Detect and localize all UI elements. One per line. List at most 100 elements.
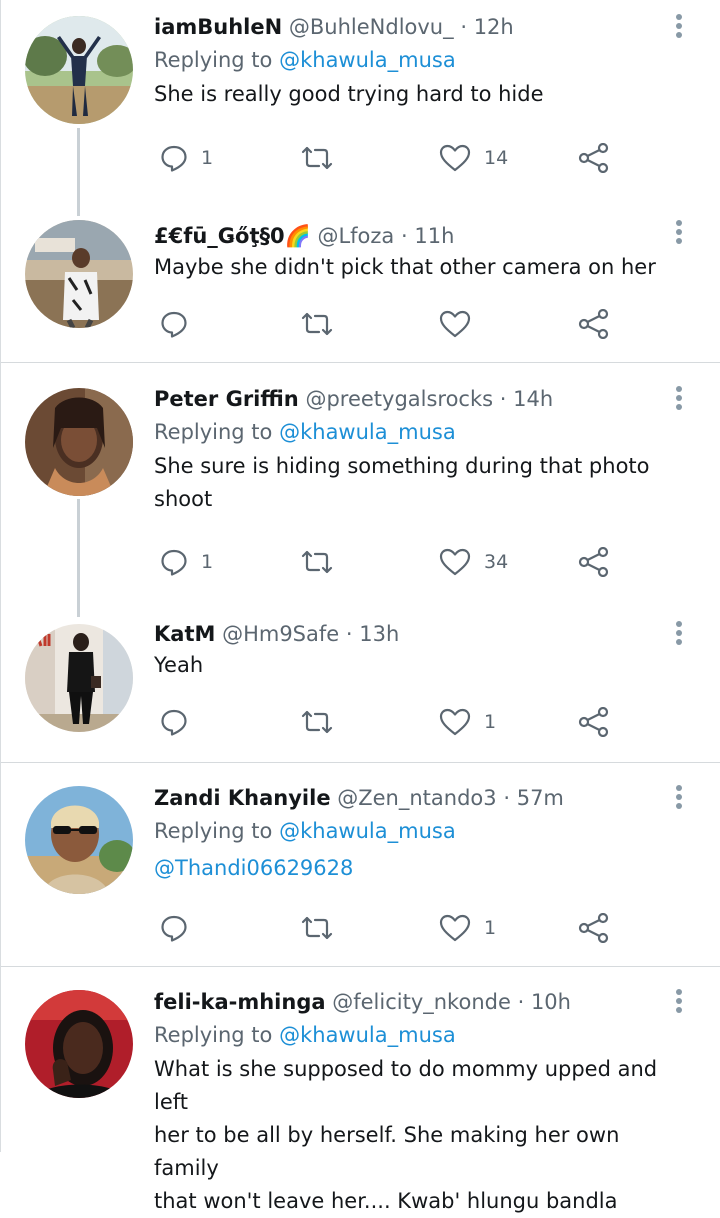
author-handle[interactable]: @preetygalsrocks [305,387,493,411]
share-button[interactable] [578,706,610,738]
replying-to-label: Replying to [154,819,273,843]
tweet-text-line: What is she supposed to do mommy upped a… [154,1057,658,1114]
tweet-text-line: Maybe she didn't pick that other camera … [154,255,656,279]
avatar[interactable] [25,786,133,894]
reply-button[interactable] [160,912,201,944]
replying-to-link[interactable]: @khawula_musa [279,1023,456,1047]
like-count: 1 [484,711,497,733]
reply-button[interactable]: 1 [160,142,213,174]
author-name[interactable]: Zandi Khanyile [154,786,331,810]
tweet-text-line: that won't leave her.... Kwab' hlungu ba… [154,1189,618,1213]
reply-button[interactable] [160,308,201,340]
avatar[interactable] [25,388,133,496]
tweet-body: feli-ka-mhinga @felicity_nkonde · 10h Re… [154,987,689,1218]
reply-icon [161,549,187,576]
tweet-actions: 1 [154,706,634,738]
author-name[interactable]: £€fū_Ǥőţ§0🌈 [154,224,311,248]
retweet-button[interactable] [300,706,347,738]
more-vertical-icon[interactable] [676,220,684,247]
retweet-icon [301,916,333,940]
tweet-text: She sure is hiding something during that… [154,450,689,516]
timestamp[interactable]: 57m [517,786,564,810]
reply-button[interactable]: 1 [160,546,213,578]
author-name[interactable]: KatM [154,622,215,646]
retweet-button[interactable] [300,142,347,174]
replying-to-label: Replying to [154,48,273,72]
replying-to-link[interactable]: @khawula_musa [279,819,456,843]
like-button[interactable] [439,308,484,340]
more-vertical-icon[interactable] [676,621,684,648]
tweet-mention-link[interactable]: @Thandi06629628 [154,852,689,885]
heart-icon [439,914,471,942]
replying-to-label: Replying to [154,420,273,444]
tweet-body: iamBuhleN @BuhleNdlovu_ · 12h Replying t… [154,12,689,111]
retweet-button[interactable] [300,308,347,340]
tweet-separator [1,966,720,967]
like-count: 34 [484,551,509,573]
author-handle[interactable]: @Lfoza [317,224,394,248]
timestamp[interactable]: 10h [531,990,571,1014]
timestamp[interactable]: 14h [513,387,553,411]
tweet-text-line: She is really good trying hard to hide [154,82,544,106]
more-vertical-icon[interactable] [676,14,684,41]
reply-feed: iamBuhleN @BuhleNdlovu_ · 12h Replying t… [0,0,720,1213]
replying-to-link[interactable]: @khawula_musa [279,420,456,444]
tweet-text: She is really good trying hard to hide [154,78,689,111]
reply-button[interactable] [160,706,201,738]
tweet-text-line: She sure is hiding something during that… [154,454,650,478]
retweet-button[interactable] [300,546,347,578]
reply-count: 1 [201,147,214,169]
tweet-text: @Thandi06629628 [154,852,689,885]
share-button[interactable] [578,912,610,944]
share-icon [578,707,609,737]
like-button[interactable]: 1 [439,706,496,738]
retweet-icon [301,710,333,734]
author-name[interactable]: iamBuhleN [154,15,282,39]
heart-icon [439,144,471,172]
tweet-actions: 1 34 [154,546,634,578]
more-vertical-icon[interactable] [676,785,684,812]
retweet-icon [301,550,333,574]
author-handle[interactable]: @Zen_ntando3 [337,786,496,810]
like-button[interactable]: 34 [439,546,508,578]
author-handle[interactable]: @BuhleNdlovu_ [289,15,454,39]
timestamp[interactable]: 11h [414,224,454,248]
author-handle[interactable]: @Hm9Safe [222,622,339,646]
more-vertical-icon[interactable] [676,386,684,413]
avatar[interactable] [25,624,133,732]
heart-icon [439,708,471,736]
timestamp[interactable]: 12h [474,15,514,39]
reply-icon [161,145,187,172]
share-button[interactable] [578,142,610,174]
author-handle[interactable]: @felicity_nkonde [332,990,511,1014]
thread-connector [77,128,80,216]
replying-to-link[interactable]: @khawula_musa [279,48,456,72]
tweet-text: What is she supposed to do mommy upped a… [154,1053,689,1218]
reply-icon [161,311,187,338]
share-icon [578,143,609,173]
author-name[interactable]: feli-ka-mhinga [154,990,326,1014]
timestamp[interactable]: 13h [359,622,399,646]
retweet-button[interactable] [300,912,347,944]
replying-to: Replying to @khawula_musa [154,1020,689,1050]
author-name[interactable]: Peter Griffin [154,387,299,411]
separator-dot: · [460,15,467,39]
like-count: 1 [484,917,497,939]
avatar[interactable] [25,16,133,124]
share-button[interactable] [578,546,610,578]
reply-icon [161,709,187,736]
avatar[interactable] [25,990,133,1098]
separator-dot: · [503,786,511,810]
share-icon [578,547,609,577]
separator-dot: · [499,387,507,411]
heart-icon [439,548,471,576]
like-button[interactable]: 1 [439,912,496,944]
tweet-body: Peter Griffin @preetygalsrocks · 14h Rep… [154,384,689,516]
separator-dot: · [401,224,408,248]
more-vertical-icon[interactable] [676,989,684,1016]
like-button[interactable]: 14 [439,142,508,174]
avatar[interactable] [25,220,133,328]
tweet-separator [1,362,720,363]
share-button[interactable] [578,308,610,340]
separator-dot: · [345,622,353,646]
